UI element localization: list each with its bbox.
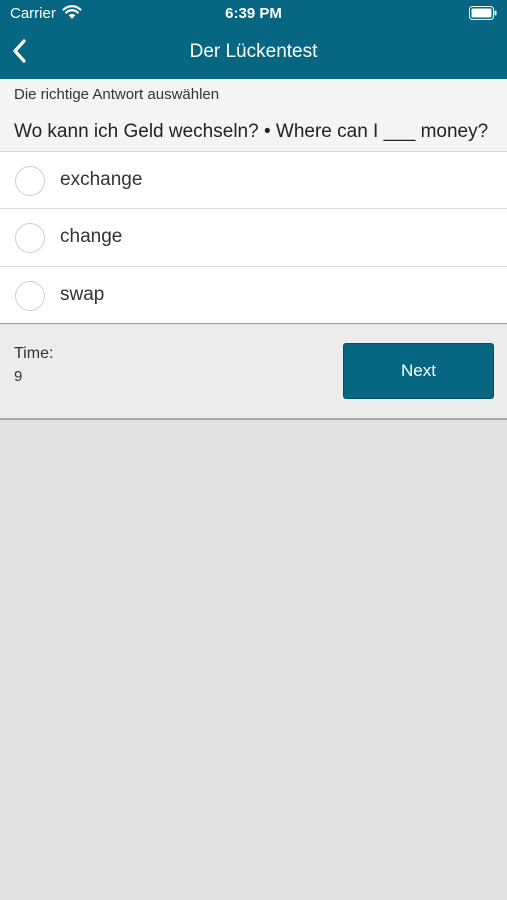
instruction-text: Die richtige Antwort auswählen: [14, 86, 220, 103]
page-title: Der Lückentest: [189, 41, 318, 62]
quiz-footer: Time: 9 Next: [0, 325, 507, 420]
answer-option[interactable]: exchange: [0, 152, 507, 210]
question-prompt: Die richtige Antwort auswählen Wo kann i…: [0, 79, 507, 152]
answer-option-label: exchange: [60, 169, 143, 190]
navigation-bar: Der Lückentest: [0, 26, 507, 79]
answer-options-list: exchange change swap: [0, 152, 507, 324]
time-value: 9: [14, 368, 23, 385]
answer-option-label: change: [60, 226, 123, 248]
time-label: Time:: [14, 345, 54, 362]
radio-button[interactable]: [15, 166, 45, 196]
status-bar: Carrier 6:39 PM: [0, 0, 507, 26]
answer-option-label: swap: [60, 283, 105, 305]
next-button[interactable]: Next: [343, 343, 494, 399]
status-time: 6:39 PM: [225, 5, 282, 22]
answer-option[interactable]: change: [0, 209, 507, 267]
radio-button[interactable]: [15, 280, 45, 311]
question-text: Wo kann ich Geld wechseln? • Where can I…: [14, 121, 489, 142]
radio-button[interactable]: [15, 223, 45, 254]
battery-icon: [469, 6, 497, 20]
answer-option[interactable]: swap: [0, 267, 507, 324]
